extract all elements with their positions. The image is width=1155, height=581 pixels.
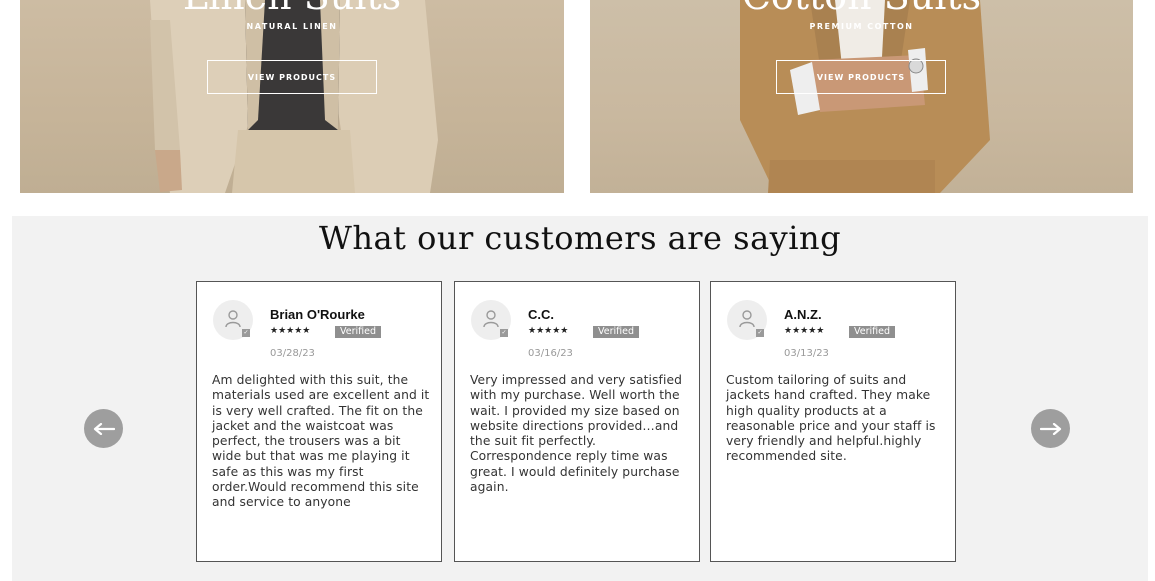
user-icon bbox=[483, 310, 499, 328]
review-text: Am delighted with this suit, the materia… bbox=[212, 373, 430, 510]
banner-title: Cotton Suits bbox=[590, 0, 1133, 16]
avatar: ✓ bbox=[471, 300, 511, 340]
star-rating: ★★★★★ bbox=[784, 326, 825, 336]
review-card: ✓ A.N.Z. ★★★★★ Verified 03/13/23 Custom … bbox=[710, 281, 956, 562]
star-rating: ★★★★★ bbox=[528, 326, 569, 336]
avatar: ✓ bbox=[727, 300, 767, 340]
review-date: 03/16/23 bbox=[528, 348, 573, 359]
review-card: ✓ Brian O'Rourke ★★★★★ Verified 03/28/23… bbox=[196, 281, 442, 562]
user-icon bbox=[739, 310, 755, 328]
testimonials-section: What our customers are saying ✓ Brian O'… bbox=[12, 216, 1148, 581]
testimonials-heading: What our customers are saying bbox=[318, 219, 842, 257]
avatar: ✓ bbox=[213, 300, 253, 340]
review-date: 03/13/23 bbox=[784, 348, 829, 359]
check-icon: ✓ bbox=[242, 329, 250, 337]
cotton-suits-banner[interactable]: Cotton Suits PREMIUM COTTON VIEW PRODUCT… bbox=[590, 0, 1133, 193]
review-text: Custom tailoring of suits and jackets ha… bbox=[726, 373, 936, 464]
reviewer-name: Brian O'Rourke bbox=[270, 307, 365, 322]
view-products-button[interactable]: VIEW PRODUCTS bbox=[207, 60, 377, 94]
reviewer-name: A.N.Z. bbox=[784, 307, 822, 322]
banner-subtitle: NATURAL LINEN bbox=[246, 22, 338, 31]
verified-badge: Verified bbox=[593, 326, 640, 338]
user-icon bbox=[225, 310, 241, 328]
check-icon: ✓ bbox=[500, 329, 508, 337]
next-review-button[interactable] bbox=[1031, 409, 1070, 448]
review-text: Very impressed and very satisfied with m… bbox=[470, 373, 683, 495]
arrow-right-icon bbox=[1039, 422, 1061, 435]
reviewer-name: C.C. bbox=[528, 307, 554, 322]
banner-title: Linen Suits bbox=[20, 0, 564, 16]
star-rating: ★★★★★ bbox=[270, 326, 311, 336]
linen-suits-banner[interactable]: Linen Suits NATURAL LINEN VIEW PRODUCTS bbox=[20, 0, 564, 193]
verified-badge: Verified bbox=[335, 326, 382, 338]
arrow-left-icon bbox=[93, 422, 115, 435]
verified-badge: Verified bbox=[849, 326, 896, 338]
banner-subtitle: PREMIUM COTTON bbox=[809, 22, 914, 31]
review-card: ✓ C.C. ★★★★★ Verified 03/16/23 Very impr… bbox=[454, 281, 700, 562]
review-date: 03/28/23 bbox=[270, 348, 315, 359]
check-icon: ✓ bbox=[756, 329, 764, 337]
prev-review-button[interactable] bbox=[84, 409, 123, 448]
view-products-button[interactable]: VIEW PRODUCTS bbox=[776, 60, 946, 94]
